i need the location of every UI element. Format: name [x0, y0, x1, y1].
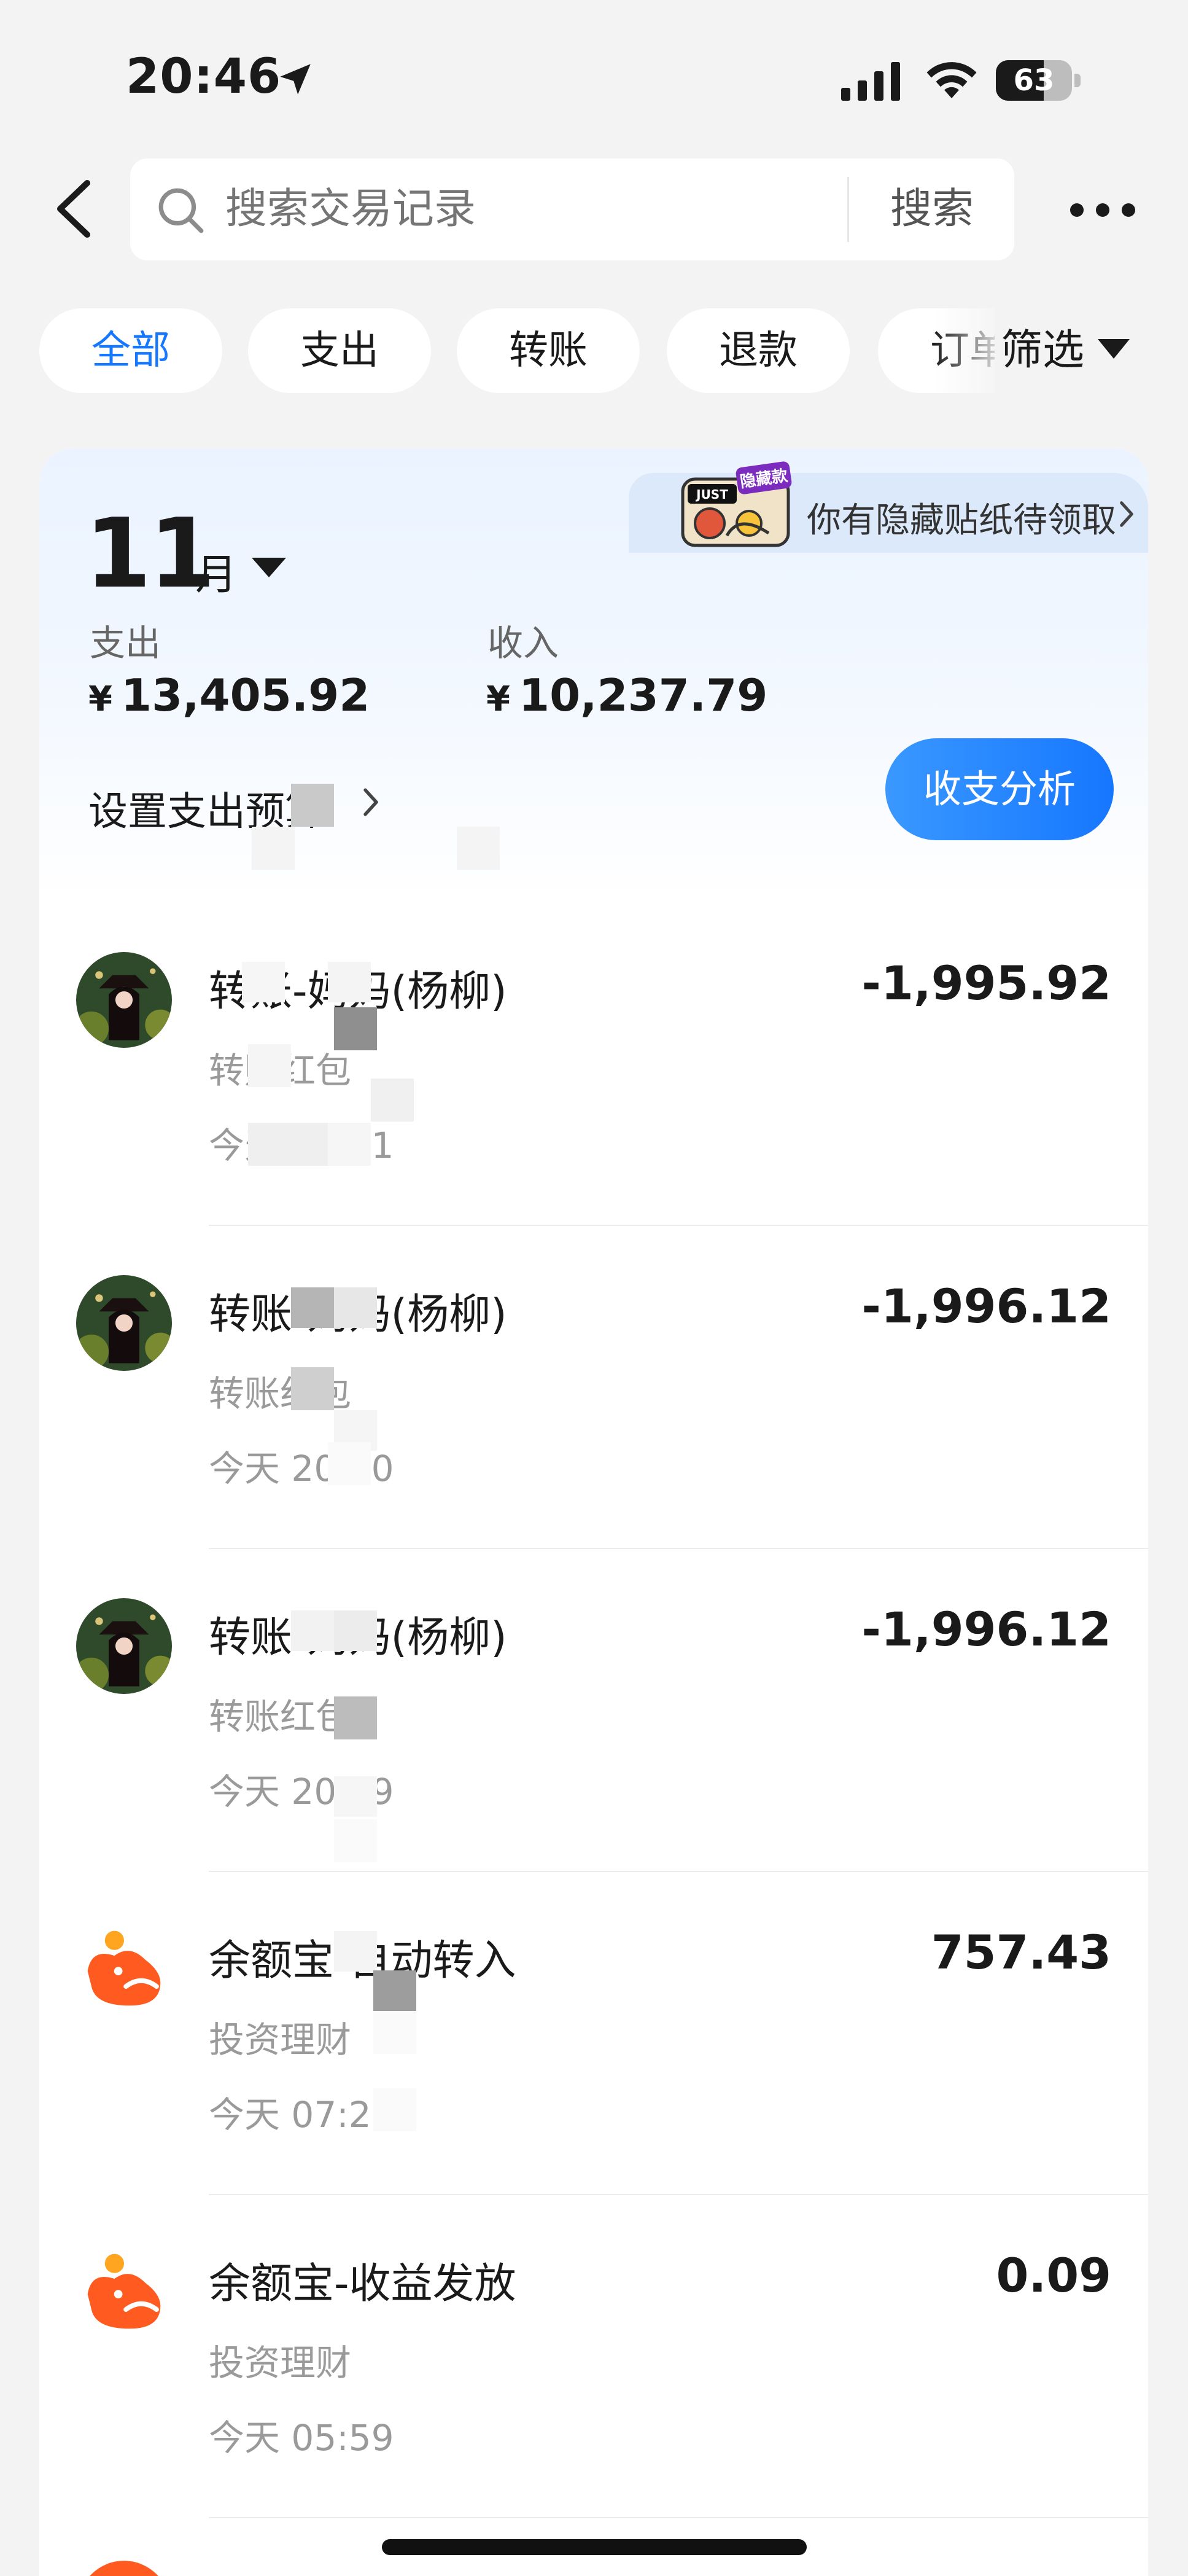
income-label: 收入: [487, 622, 559, 664]
transaction-time: 今天 07:29: [209, 2094, 394, 2136]
privacy-mosaic: [334, 1819, 377, 1862]
user-avatar: [76, 952, 172, 1048]
sticker-text: JUST: [695, 487, 728, 502]
more-icon[interactable]: [1070, 198, 1136, 222]
transaction-row[interactable]: 转账-妈妈(杨柳) 转账红包 今天 20:39 -1,996.12: [39, 1549, 1148, 1872]
privacy-mosaic: [334, 1776, 377, 1817]
privacy-mosaic: [334, 1696, 377, 1739]
expense-total: ¥13,405.92: [88, 669, 370, 721]
battery-icon: 63: [996, 60, 1082, 101]
chevron-right-icon: [363, 788, 378, 816]
transaction-amount: -1,995.92: [861, 956, 1111, 1010]
home-indicator: [382, 2539, 807, 2555]
privacy-mosaic: [328, 1442, 371, 1485]
battery-level-text: 63: [1013, 63, 1055, 98]
signal-icon: [841, 62, 900, 101]
search-bar[interactable]: 搜索: [130, 158, 1014, 260]
sticker-promo-banner[interactable]: JUST 隐藏款 你有隐藏贴纸待领取: [629, 448, 1148, 553]
chevron-right-icon: [1120, 501, 1133, 527]
privacy-mosaic: [334, 1007, 377, 1050]
privacy-mosaic: [252, 827, 295, 870]
filter-tab-transfer[interactable]: 转账: [457, 308, 640, 393]
privacy-mosaic: [334, 1610, 377, 1651]
transaction-amount: -1,996.12: [861, 1279, 1111, 1333]
transaction-category: 转账红包: [209, 1696, 352, 1738]
currency-symbol: ¥: [88, 679, 112, 719]
transaction-amount: 0.09: [996, 2248, 1111, 2303]
filter-tab-expense[interactable]: 支出: [248, 308, 431, 393]
expense-amount: 13,405.92: [120, 669, 370, 721]
transaction-row[interactable]: 转账-妈妈(杨柳) 转账红包 今天 20:41 -1,995.92: [39, 903, 1148, 1226]
privacy-mosaic: [328, 1123, 371, 1166]
wifi-icon: [926, 62, 977, 98]
yuebao-icon: [76, 1921, 172, 2017]
search-button[interactable]: 搜索: [850, 158, 1014, 260]
transaction-row[interactable]: 余额宝-收益发放 投资理财 今天 05:59 0.09: [39, 2195, 1148, 2518]
privacy-mosaic: [291, 1610, 334, 1651]
transaction-amount: -1,996.12: [861, 1602, 1111, 1657]
income-total: ¥10,237.79: [486, 669, 767, 721]
yuebao-icon: [76, 2244, 172, 2340]
transaction-category: 投资理财: [209, 2342, 352, 2384]
location-arrow-icon: [280, 64, 311, 95]
income-expense-analysis-button[interactable]: 收支分析: [885, 738, 1114, 840]
bill-card: JUST 隐藏款 你有隐藏贴纸待领取 11 月 支出 ¥13,405.92 收入…: [39, 448, 1148, 2576]
transaction-title: 余额宝-收益发放: [209, 2260, 516, 2308]
search-icon: [158, 188, 204, 233]
filter-tab-all[interactable]: 全部: [39, 308, 222, 393]
status-bar: 20:46 63: [0, 0, 1188, 147]
privacy-mosaic: [248, 1044, 291, 1087]
search-divider: [847, 177, 849, 242]
transaction-row[interactable]: 余额宝-自动转入 投资理财 今天 07:29 757.43: [39, 1872, 1148, 2195]
sticker-promo-text: 你有隐藏贴纸待领取: [807, 501, 1116, 541]
filter-dropdown[interactable]: 筛选: [995, 308, 1185, 393]
currency-symbol: ¥: [486, 679, 510, 719]
transaction-category: 投资理财: [209, 2019, 352, 2061]
transaction-row[interactable]: 转账-妈妈(杨柳) 转账红包 今天 20:40 -1,996.12: [39, 1226, 1148, 1549]
privacy-mosaic: [334, 1931, 377, 1972]
month-unit: 月: [195, 551, 238, 599]
privacy-mosaic: [373, 1970, 416, 2011]
yuebao-icon: [76, 2559, 172, 2576]
privacy-mosaic: [373, 2088, 416, 2131]
privacy-mosaic: [291, 1287, 334, 1328]
privacy-mosaic: [242, 962, 285, 1002]
caret-down-icon: [252, 558, 286, 577]
filter-tab-refund[interactable]: 退款: [667, 308, 850, 393]
caret-down-icon: [1098, 339, 1130, 359]
user-avatar: [76, 1275, 172, 1371]
privacy-mosaic: [328, 962, 371, 1002]
back-icon[interactable]: [50, 178, 99, 240]
privacy-mosaic: [334, 1287, 377, 1328]
income-amount: 10,237.79: [518, 669, 768, 721]
sticker-icon: JUST 隐藏款: [681, 461, 792, 547]
privacy-mosaic: [291, 784, 334, 827]
status-time: 20:46: [126, 49, 282, 104]
privacy-mosaic: [248, 1123, 328, 1166]
expense-label: 支出: [90, 622, 161, 664]
privacy-mosaic: [373, 2011, 416, 2054]
privacy-mosaic: [457, 827, 500, 870]
month-number: 11: [85, 498, 215, 609]
transaction-amount: 757.43: [931, 1925, 1111, 1980]
filter-dropdown-label: 筛选: [1001, 326, 1085, 375]
privacy-mosaic: [291, 1367, 334, 1410]
transaction-time: 今天 05:59: [209, 2417, 394, 2459]
user-avatar: [76, 1598, 172, 1694]
privacy-mosaic: [371, 1079, 414, 1122]
